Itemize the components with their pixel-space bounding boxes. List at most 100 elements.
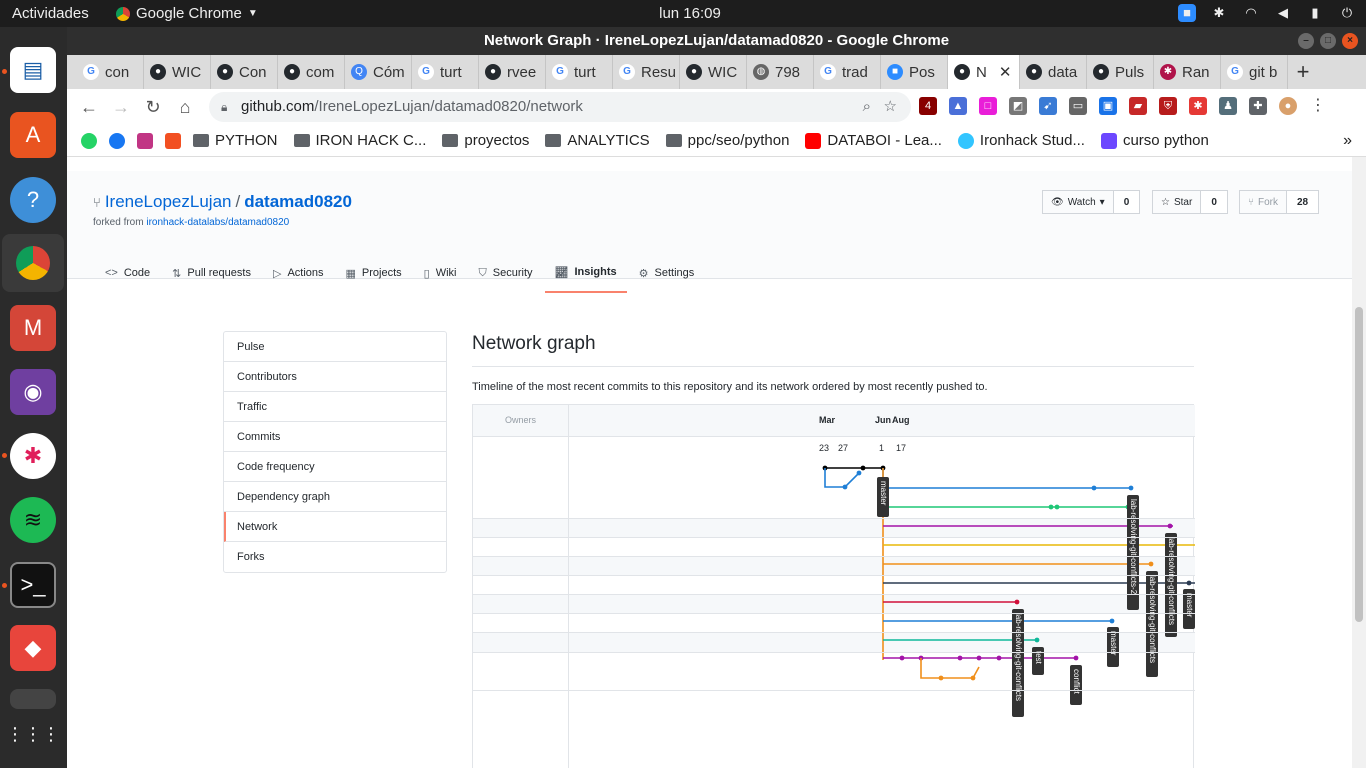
tab[interactable]: Gturt xyxy=(546,55,613,89)
help-icon[interactable]: ? xyxy=(10,177,56,223)
extension-pink-icon[interactable]: □ xyxy=(979,97,997,115)
slack-tray-icon[interactable]: ✱ xyxy=(1210,4,1228,22)
webcam-icon[interactable]: ◉ xyxy=(10,369,56,415)
extension-red-flag-icon[interactable]: ▰ xyxy=(1129,97,1147,115)
zoom-lens-icon[interactable]: ⌕ xyxy=(863,92,871,122)
app-partial-icon[interactable] xyxy=(10,689,56,709)
terminal-icon[interactable]: >_ xyxy=(10,562,56,608)
tab[interactable]: ✱ Ran xyxy=(1154,55,1221,89)
volume-icon[interactable]: ◀ xyxy=(1274,4,1292,22)
bookmark-item[interactable]: IRON HACK C... xyxy=(293,132,426,149)
battery-icon[interactable]: ▮ xyxy=(1306,4,1324,22)
tab-projects[interactable]: ▦ Projects xyxy=(336,253,412,293)
tab-settings[interactable]: ⚙ Settings xyxy=(629,253,705,293)
bookmark-item[interactable] xyxy=(165,132,181,149)
menu-item-code-frequency[interactable]: Code frequency xyxy=(224,452,446,482)
extension-blue-icon[interactable]: ▣ xyxy=(1099,97,1117,115)
tab[interactable]: ● data xyxy=(1020,55,1087,89)
network-graph-svg[interactable]: master lab-resolving-git-conflicts-2 lab-r… xyxy=(473,405,1195,768)
tab[interactable]: ● N ✕ xyxy=(948,55,1020,89)
tab-close-icon[interactable]: ✕ xyxy=(999,63,1012,81)
extension-red-gear-icon[interactable]: ✱ xyxy=(1189,97,1207,115)
tab[interactable]: G Resu xyxy=(613,55,680,89)
tab[interactable]: Gturt xyxy=(412,55,479,89)
zoom-icon[interactable]: ■ xyxy=(1178,4,1196,22)
more-menu-icon[interactable]: ⋮ xyxy=(1309,97,1327,115)
repo-name-link[interactable]: datamad0820 xyxy=(244,192,352,212)
tab[interactable]: ● rvee xyxy=(479,55,546,89)
tab[interactable]: Q Cóm xyxy=(345,55,412,89)
menu-item-contributors[interactable]: Contributors xyxy=(224,362,446,392)
new-tab-button[interactable]: + xyxy=(1288,59,1318,85)
menu-item-traffic[interactable]: Traffic xyxy=(224,392,446,422)
tab[interactable]: ■ Pos xyxy=(881,55,948,89)
close-button[interactable]: × xyxy=(1342,33,1358,49)
bookmark-item[interactable]: Ironhack Stud... xyxy=(957,132,1085,149)
network-graph[interactable]: Owners master lab-resolving-git-conflicts… xyxy=(472,404,1195,768)
tab-security[interactable]: ⛉ Security xyxy=(469,253,543,293)
shield-ext-icon[interactable]: ⛨ xyxy=(1159,97,1177,115)
wifi-icon[interactable]: ◠ xyxy=(1242,4,1260,22)
slack-icon[interactable]: ✱ xyxy=(10,433,56,479)
bookmark-item[interactable]: proyectos xyxy=(442,132,529,149)
tab-insights[interactable]: 📈︎ Insights xyxy=(544,253,627,293)
writer-icon[interactable]: ▤ xyxy=(10,47,56,93)
watch-count[interactable]: 0 xyxy=(1113,190,1141,214)
clock[interactable]: lun 16:09 xyxy=(650,5,730,22)
tab[interactable]: Gcon xyxy=(77,55,144,89)
tab[interactable]: ● WIC xyxy=(680,55,747,89)
tab-pull-requests[interactable]: ⇅ Pull requests xyxy=(162,253,261,293)
bookmarks-overflow-icon[interactable]: » xyxy=(1343,132,1352,150)
bookmark-item[interactable] xyxy=(109,132,125,149)
menu-item-network[interactable]: Network xyxy=(224,512,446,542)
puzzle-icon[interactable]: ✚ xyxy=(1249,97,1267,115)
bookmark-item[interactable]: ppc/seo/python xyxy=(665,132,789,149)
menu-item-pulse[interactable]: Pulse xyxy=(224,332,446,362)
ublock-icon[interactable]: 4 xyxy=(919,97,937,115)
bookmark-item[interactable]: curso python xyxy=(1100,132,1209,149)
menu-item-dependency-graph[interactable]: Dependency graph xyxy=(224,482,446,512)
maximize-button[interactable]: □ xyxy=(1320,33,1336,49)
profile-avatar[interactable]: ● xyxy=(1279,97,1297,115)
show-apps-icon[interactable]: ⋮⋮⋮ xyxy=(6,711,60,757)
anydesk-icon[interactable]: ◆ xyxy=(10,625,56,671)
power-icon[interactable]: ⏻ xyxy=(1338,4,1356,22)
bookmark-item[interactable] xyxy=(81,132,97,149)
graduation-cap-icon[interactable]: ▲ xyxy=(949,97,967,115)
bookmark-item[interactable]: ANALYTICS xyxy=(545,132,650,149)
tab-code[interactable]: <> Code xyxy=(95,253,160,293)
tab-wiki[interactable]: ▯ Wiki xyxy=(414,253,467,293)
star-count[interactable]: 0 xyxy=(1201,190,1228,214)
forward-icon[interactable]: → xyxy=(105,97,137,118)
menu-item-commits[interactable]: Commits xyxy=(224,422,446,452)
spotify-icon[interactable]: ≋ xyxy=(10,497,56,543)
repo-owner-link[interactable]: IreneLopezLujan xyxy=(105,192,232,212)
bookmark-item[interactable]: PYTHON xyxy=(193,132,278,149)
tab[interactable]: ● Puls xyxy=(1087,55,1154,89)
tab[interactable]: ● com xyxy=(278,55,345,89)
address-bar[interactable]: 🔒︎ github.com/IreneLopezLujan/datamad082… xyxy=(209,92,911,122)
page-scrollbar[interactable] xyxy=(1352,157,1366,768)
tab[interactable]: ◍ 798 xyxy=(747,55,814,89)
extension-screen-icon[interactable]: ▭ xyxy=(1069,97,1087,115)
bookmark-item[interactable]: DATABOI - Lea... xyxy=(805,132,942,149)
software-center-icon[interactable]: A xyxy=(10,112,56,158)
fork-count[interactable]: 28 xyxy=(1287,190,1320,214)
tab[interactable]: Ggit b xyxy=(1221,55,1288,89)
tab[interactable]: Gtrad xyxy=(814,55,881,89)
scrollbar-thumb[interactable] xyxy=(1355,307,1363,622)
watch-button[interactable]: 👁︎ Watch ▾ xyxy=(1042,190,1114,214)
minimize-button[interactable]: – xyxy=(1298,33,1314,49)
bookmark-item[interactable] xyxy=(137,132,153,149)
activities-button[interactable]: Actividades xyxy=(12,5,89,22)
tab[interactable]: ● Con xyxy=(211,55,278,89)
menu-item-forks[interactable]: Forks xyxy=(224,542,446,572)
reload-icon[interactable]: ↻ xyxy=(137,97,169,118)
home-icon[interactable]: ⌂ xyxy=(169,97,201,118)
extension-person-icon[interactable]: ♟ xyxy=(1219,97,1237,115)
bookmark-star-icon[interactable]: ☆ xyxy=(884,92,897,122)
gmail-icon[interactable]: M xyxy=(10,305,56,351)
chrome-dock-icon[interactable] xyxy=(2,234,64,292)
fork-button[interactable]: ⑂ Fork xyxy=(1239,190,1287,214)
star-button[interactable]: ☆ Star xyxy=(1152,190,1202,214)
